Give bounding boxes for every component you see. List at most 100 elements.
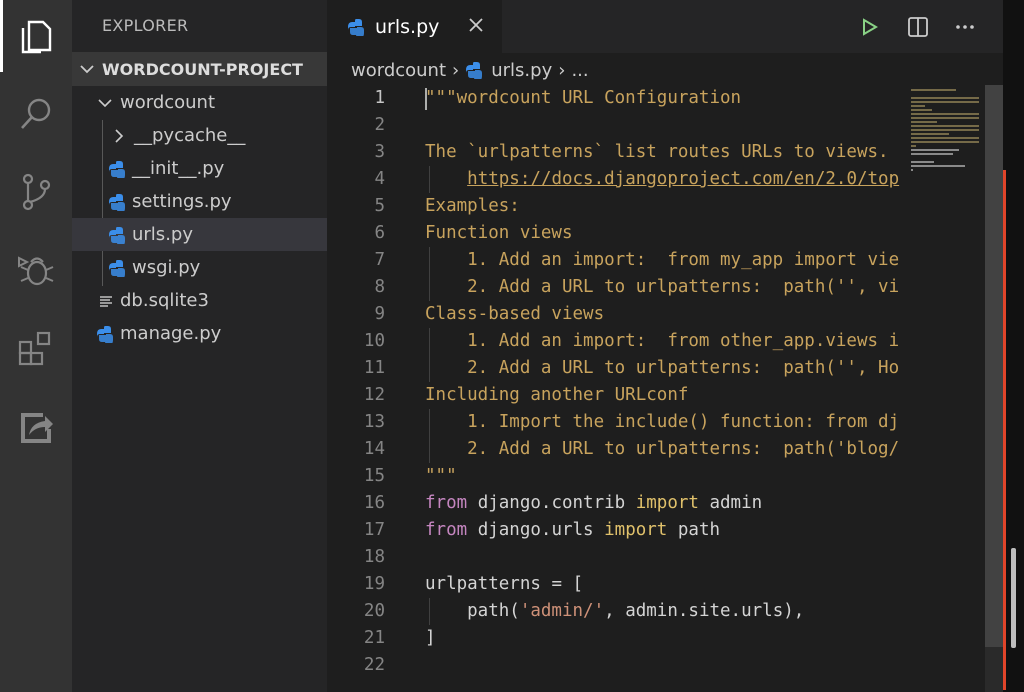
tree-item-urls-py[interactable]: urls.py	[72, 218, 327, 251]
search-icon	[21, 98, 51, 129]
code-editor[interactable]: 1 """wordcount URL Configuration 2 3 The `ur…	[327, 85, 907, 692]
code-line[interactable]: 11 2. Add a URL to urlpatterns: path('',…	[327, 355, 907, 382]
code-line[interactable]: 16 from django.contrib import admin	[327, 490, 907, 517]
code-line[interactable]: 15 """	[327, 463, 907, 490]
python-file-icon	[109, 160, 125, 178]
activity-source-control[interactable]	[0, 156, 72, 228]
debug-icon	[18, 256, 54, 286]
line-number: 11	[363, 358, 385, 378]
code-text: """	[425, 463, 457, 490]
code-line[interactable]: 12 Including another URLconf	[327, 382, 907, 409]
scrollbar-thumb[interactable]	[985, 85, 1003, 647]
code-line[interactable]: 10 1. Add an import: from other_app.view…	[327, 328, 907, 355]
code-token: 'admin/'	[519, 601, 605, 621]
breadcrumb-folder[interactable]: wordcount	[351, 60, 446, 81]
breadcrumb: wordcount › urls.py › ...	[351, 58, 589, 82]
code-line[interactable]: 6 Function views	[327, 220, 907, 247]
code-token: The `urlpatterns` list routes URLs to vi…	[425, 142, 900, 162]
activity-explorer[interactable]	[0, 0, 72, 72]
minimap-line	[911, 145, 916, 147]
activity-extensions[interactable]	[0, 312, 72, 384]
activity-debug[interactable]	[0, 234, 72, 306]
minimap[interactable]	[907, 85, 985, 692]
project-name: WORDCOUNT-PROJECT	[102, 59, 303, 79]
code-line[interactable]: 19 urlpatterns = [	[327, 571, 907, 598]
split-editor-button[interactable]	[905, 14, 931, 40]
python-file-icon	[109, 226, 125, 244]
code-token: admin	[698, 493, 763, 513]
tree-item-settings-py[interactable]: settings.py	[72, 185, 327, 218]
source-control-icon	[22, 173, 51, 211]
code-line[interactable]: 13 1. Import the include() function: fro…	[327, 409, 907, 436]
breadcrumb-symbol[interactable]: ...	[571, 60, 588, 81]
line-number: 12	[363, 385, 385, 405]
code-token: from	[425, 520, 468, 540]
chevron-right-icon: ›	[558, 59, 566, 81]
code-line[interactable]: 9 Class-based views	[327, 301, 907, 328]
code-line[interactable]: 2	[327, 112, 907, 139]
code-line[interactable]: 7 1. Add an import: from my_app import v…	[327, 247, 907, 274]
tree-item-db-sqlite3[interactable]: db.sqlite3	[72, 284, 327, 317]
code-line[interactable]: 20 path('admin/', admin.site.urls),	[327, 598, 907, 625]
tab-urls-py[interactable]: urls.py	[327, 0, 502, 53]
code-line[interactable]: 18	[327, 544, 907, 571]
activity-remote[interactable]	[0, 390, 72, 462]
code-token: django.contrib	[467, 493, 636, 513]
tree-item-label: wordcount	[120, 92, 216, 113]
code-line[interactable]: 5 Examples:	[327, 193, 907, 220]
minimap-line	[911, 117, 979, 119]
run-button[interactable]	[856, 14, 882, 40]
tree-item-pycache[interactable]: __pycache__	[72, 119, 327, 152]
code-text: urlpatterns = [	[425, 571, 583, 598]
code-text: ]	[425, 625, 436, 652]
code-token: django.urls	[467, 520, 605, 540]
tree-item-init-py[interactable]: __init__.py	[72, 152, 327, 185]
edge-highlight	[1003, 170, 1006, 690]
code-line[interactable]: 3 The `urlpatterns` list routes URLs to v…	[327, 139, 907, 166]
python-file-icon	[466, 62, 483, 79]
file-lines-icon	[100, 295, 112, 307]
line-number: 9	[374, 304, 385, 324]
code-token: 1. Import the include() function: from d…	[425, 412, 900, 432]
code-token: 2. Add a URL to urlpatterns: path('', Ho	[425, 358, 900, 378]
code-token: path(	[425, 601, 520, 621]
minimap-line	[911, 133, 949, 135]
outer-scroll-thumb[interactable]	[1011, 548, 1016, 648]
line-number: 18	[363, 547, 385, 567]
minimap-line	[911, 161, 934, 163]
tree-item-wordcount[interactable]: wordcount	[72, 86, 327, 119]
code-line[interactable]: 14 2. Add a URL to urlpatterns: path('bl…	[327, 436, 907, 463]
breadcrumb-file[interactable]: urls.py	[491, 60, 552, 81]
more-actions-button[interactable]	[952, 14, 978, 40]
code-text: The `urlpatterns` list routes URLs to vi…	[425, 139, 899, 166]
files-icon	[21, 20, 52, 54]
activity-search[interactable]	[0, 78, 72, 150]
chevron-down-icon	[80, 65, 94, 74]
tree-item-label: manage.py	[120, 323, 222, 344]
code-text: """wordcount URL Configuration	[425, 85, 741, 112]
minimap-line	[911, 101, 979, 103]
tree-item-label: settings.py	[132, 191, 232, 212]
minimap-line	[911, 89, 956, 91]
tab-label: urls.py	[375, 15, 440, 38]
tree-item-wsgi-py[interactable]: wsgi.py	[72, 251, 327, 284]
more-icon	[956, 25, 974, 29]
project-section-header[interactable]: WORDCOUNT-PROJECT	[72, 52, 327, 86]
code-line[interactable]: 21]	[327, 625, 907, 652]
tab-bar: urls.py	[327, 0, 1024, 53]
code-token: Examples:	[425, 196, 520, 216]
vertical-scrollbar[interactable]	[985, 85, 1003, 692]
code-line[interactable]: 17 from django.urls import path	[327, 517, 907, 544]
code-token: 1. Add an import: from other_app.views i	[425, 331, 900, 351]
code-text: 2. Add a URL to urlpatterns: path('', Ho	[425, 355, 899, 382]
close-icon[interactable]	[464, 13, 488, 37]
code-line[interactable]: 22	[327, 652, 907, 679]
code-text: 1. Import the include() function: from d…	[425, 409, 899, 436]
code-line[interactable]: 8 2. Add a URL to urlpatterns: path('', …	[327, 274, 907, 301]
code-token: 1. Add an import: from my_app import vie	[425, 250, 900, 270]
code-line[interactable]: 4 https://docs.djangoproject.com/en/2.0/…	[327, 166, 907, 193]
tree-item-manage-py[interactable]: manage.py	[72, 317, 327, 350]
minimap-line	[911, 141, 979, 143]
code-line[interactable]: 1 """wordcount URL Configuration	[327, 85, 907, 112]
